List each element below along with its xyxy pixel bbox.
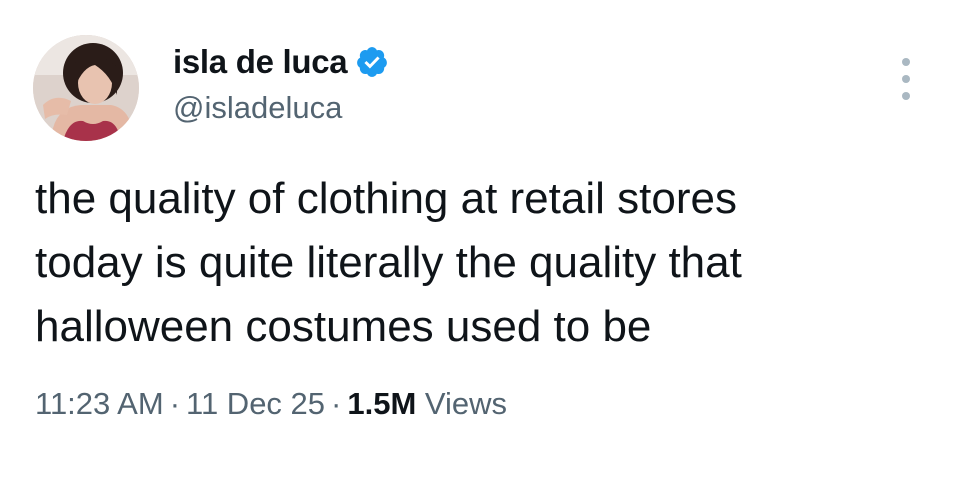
separator-dot: ·	[169, 386, 181, 421]
views-label: Views	[424, 386, 508, 421]
tweet-text-line: the quality of clothing at retail stores	[35, 174, 737, 223]
tweet-time[interactable]: 11:23 AM	[35, 386, 164, 421]
display-name[interactable]: isla de luca	[173, 43, 348, 81]
more-vertical-icon	[902, 58, 910, 66]
more-vertical-icon	[902, 92, 910, 100]
avatar-photo	[33, 35, 139, 141]
separator-dot: ·	[331, 386, 342, 421]
tweet-text-line: today is quite literally the quality tha…	[35, 238, 742, 287]
views-count: 1.5M	[347, 386, 417, 421]
more-vertical-icon	[902, 75, 910, 83]
user-handle[interactable]: @isladeluca	[173, 90, 342, 126]
author-name-row: isla de luca	[173, 42, 389, 82]
tweet-text-line: halloween costumes used to be	[35, 302, 652, 351]
more-options-button[interactable]	[894, 56, 918, 102]
tweet-card: isla de luca @isladeluca the quality of …	[0, 0, 954, 498]
tweet-date[interactable]: 11 Dec 25	[186, 386, 325, 421]
tweet-text: the quality of clothing at retail stores…	[35, 167, 905, 359]
avatar[interactable]	[33, 35, 139, 141]
tweet-meta: 11:23 AM · 11 Dec 25 · 1.5M Views	[35, 386, 507, 422]
verified-badge-icon	[355, 45, 389, 79]
